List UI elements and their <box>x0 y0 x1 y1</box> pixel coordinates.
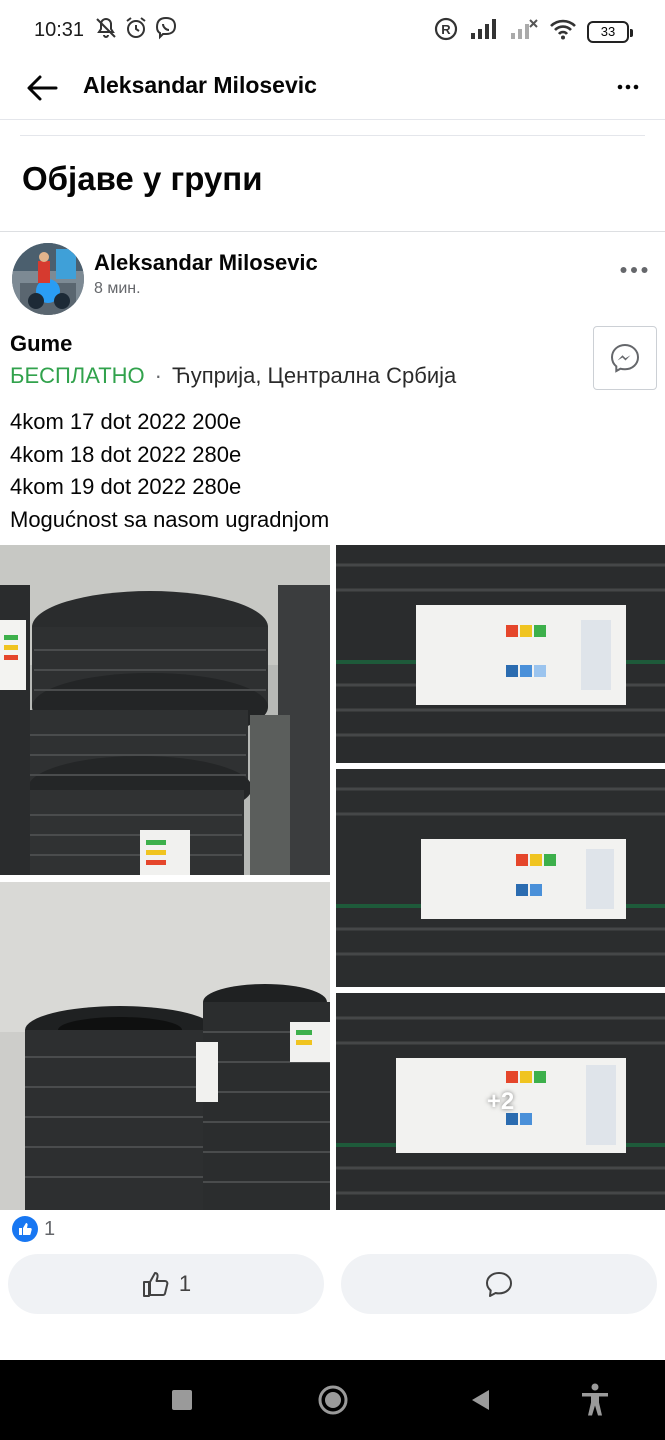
accessibility-button[interactable] <box>575 1380 615 1420</box>
system-nav-bar <box>0 1360 665 1440</box>
back-button[interactable] <box>22 68 62 108</box>
more-horizontal-icon <box>617 84 639 90</box>
like-button[interactable]: 1 <box>8 1254 324 1314</box>
more-horizontal-icon <box>620 267 648 273</box>
item-location: Ћуприја, Централна Србија <box>171 363 457 388</box>
item-price: БЕСПЛАТНО <box>10 363 145 388</box>
divider <box>20 135 645 136</box>
comment-button[interactable] <box>341 1254 657 1314</box>
signal-icon <box>469 18 499 45</box>
like-count: 1 <box>178 1271 192 1296</box>
app-header: Aleksandar Milosevic <box>0 60 665 120</box>
post-photo[interactable] <box>0 882 330 1210</box>
post-time: 8 мин. <box>94 280 141 297</box>
arrow-left-icon <box>27 75 58 101</box>
registered-icon: R <box>433 16 459 47</box>
square-icon <box>172 1390 192 1410</box>
header-title: Aleksandar Milosevic <box>83 72 317 98</box>
svg-text:R: R <box>441 22 451 37</box>
messenger-icon <box>610 343 640 373</box>
post-body: 4kom 17 dot 2022 200e 4kom 18 dot 2022 2… <box>10 406 329 536</box>
home-button[interactable] <box>313 1380 353 1420</box>
post-line: Mogućnost sa nasom ugradnjom <box>10 506 330 532</box>
status-icons-left <box>94 16 178 45</box>
item-meta: БЕСПЛАТНО · Ћуприја, Централна Србија <box>10 363 456 389</box>
home-circle-icon <box>318 1385 348 1415</box>
avatar[interactable] <box>12 243 84 315</box>
more-photos-count: +2 <box>486 1087 515 1115</box>
thumbs-up-icon <box>142 1272 169 1297</box>
post-author[interactable]: Aleksandar Milosevic <box>94 250 318 276</box>
section-divider <box>0 231 665 232</box>
message-seller-button[interactable] <box>593 326 657 390</box>
back-nav-button[interactable] <box>460 1380 500 1420</box>
post-photo-more[interactable]: +2 <box>336 993 665 1210</box>
meta-separator: · <box>154 363 162 388</box>
accessibility-icon <box>582 1383 608 1416</box>
post-photo[interactable] <box>336 545 665 763</box>
battery-indicator: 33 <box>587 20 633 43</box>
like-reaction-icon <box>12 1216 38 1242</box>
status-bar: 10:31 R 33 <box>0 0 665 60</box>
signal-no-service-icon <box>509 18 539 45</box>
status-icons-right: R 33 <box>433 16 633 47</box>
post-line: 4kom 19 dot 2022 280e <box>10 474 242 499</box>
wifi-icon <box>549 18 577 45</box>
post-line: 4kom 17 dot 2022 200e <box>10 409 242 434</box>
section-title: Објаве у групи <box>22 160 263 197</box>
mute-icon <box>94 16 118 45</box>
alarm-icon <box>124 16 148 45</box>
reaction-count: 1 <box>44 1217 56 1240</box>
recents-button[interactable] <box>162 1380 202 1420</box>
reactions-summary[interactable]: 1 <box>12 1216 55 1242</box>
post-photo[interactable] <box>0 545 330 875</box>
post-more-button[interactable] <box>619 258 649 282</box>
header-more-button[interactable] <box>613 72 643 102</box>
triangle-back-icon <box>472 1390 489 1410</box>
comment-icon <box>486 1272 512 1297</box>
item-title: Gume <box>10 331 73 356</box>
post-photo[interactable] <box>336 769 665 987</box>
photo-grid: +2 <box>0 545 665 1210</box>
viber-icon <box>154 16 178 45</box>
status-time: 10:31 <box>34 18 85 41</box>
post-line: 4kom 18 dot 2022 280e <box>10 441 242 467</box>
